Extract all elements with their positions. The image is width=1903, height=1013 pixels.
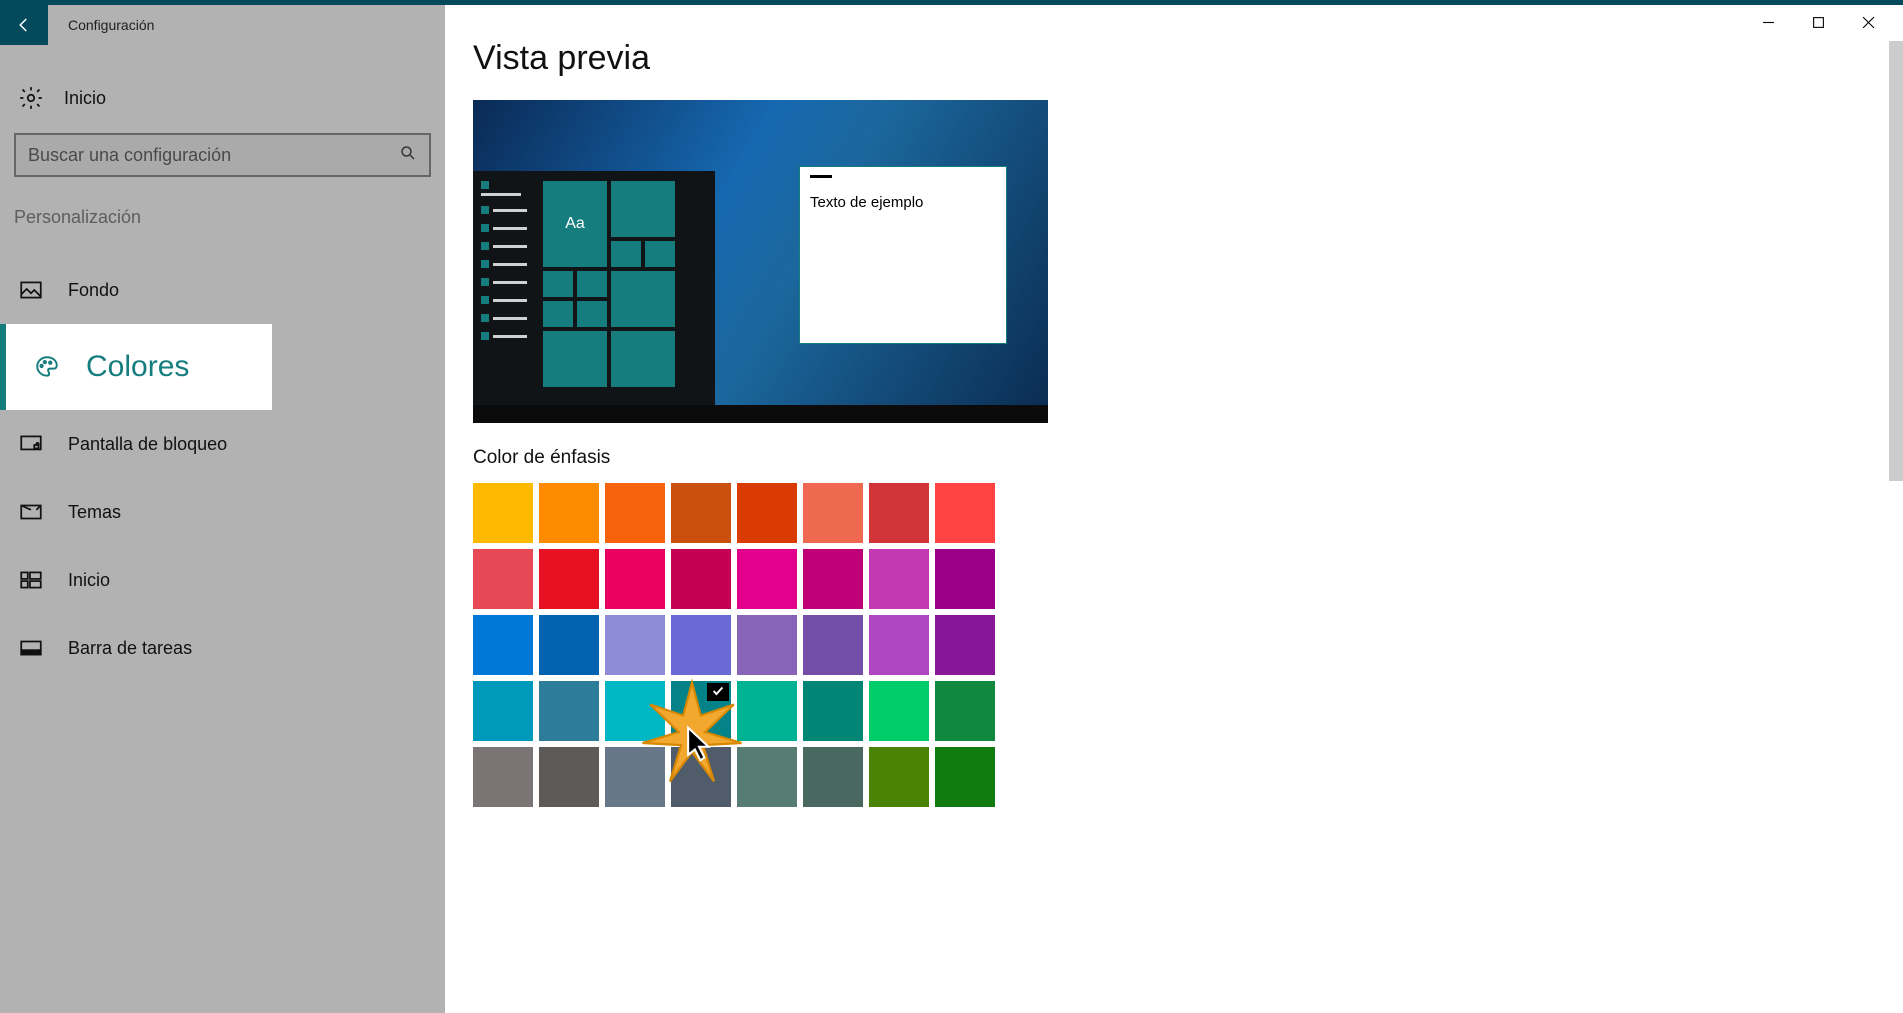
color-swatch[interactable] [605, 549, 665, 609]
search-box[interactable] [14, 133, 431, 177]
back-button[interactable] [0, 5, 48, 45]
close-button[interactable] [1843, 5, 1893, 39]
color-swatch[interactable] [473, 681, 533, 741]
nav-label: Temas [68, 502, 121, 523]
nav-item-barra-tareas[interactable]: Barra de tareas [0, 614, 445, 682]
color-swatch[interactable] [803, 483, 863, 543]
home-link[interactable]: Inicio [18, 85, 445, 111]
color-swatch[interactable] [671, 483, 731, 543]
section-label: Personalización [14, 207, 445, 228]
color-swatch[interactable] [737, 681, 797, 741]
gear-icon [18, 85, 44, 111]
preview-heading: Vista previa [473, 39, 1903, 78]
color-swatch[interactable] [869, 483, 929, 543]
nav-label: Barra de tareas [68, 638, 192, 659]
color-swatch[interactable] [737, 747, 797, 807]
color-swatch[interactable] [869, 747, 929, 807]
color-swatch[interactable] [869, 681, 929, 741]
color-swatch[interactable] [803, 747, 863, 807]
color-swatch[interactable] [671, 615, 731, 675]
titlebar: Configuración [0, 5, 445, 45]
color-swatch[interactable] [935, 747, 995, 807]
preview-tile-aa: Aa [543, 181, 607, 267]
color-swatch[interactable] [605, 483, 665, 543]
color-swatch[interactable] [473, 747, 533, 807]
color-swatch[interactable] [539, 681, 599, 741]
home-label: Inicio [64, 88, 106, 109]
window-title: Configuración [68, 17, 154, 33]
color-swatch[interactable] [737, 615, 797, 675]
color-swatch[interactable] [803, 615, 863, 675]
color-swatch[interactable] [671, 549, 731, 609]
image-icon [18, 277, 44, 303]
nav-label: Inicio [68, 570, 110, 591]
taskbar-icon [18, 635, 44, 661]
check-icon [708, 683, 728, 699]
color-swatch[interactable] [869, 549, 929, 609]
preview-start-menu: Aa [473, 171, 715, 405]
nav-item-fondo[interactable]: Fondo [0, 256, 445, 324]
accent-color-grid [473, 483, 995, 807]
color-swatch[interactable] [539, 615, 599, 675]
color-swatch[interactable] [605, 681, 665, 741]
preview-sample-text: Texto de ejemplo [810, 194, 996, 211]
color-swatch[interactable] [671, 681, 731, 741]
color-swatch[interactable] [539, 483, 599, 543]
color-swatch[interactable] [539, 549, 599, 609]
preview-taskbar [473, 405, 1048, 423]
color-swatch[interactable] [935, 615, 995, 675]
nav-label: Fondo [68, 280, 119, 301]
start-icon [18, 567, 44, 593]
sidebar: Configuración Inicio Personalización Fon… [0, 5, 445, 1013]
desktop-preview: Aa Texto de ejemplo [473, 100, 1048, 423]
color-swatch[interactable] [869, 615, 929, 675]
color-swatch[interactable] [473, 483, 533, 543]
color-swatch[interactable] [473, 615, 533, 675]
main-pane: Vista previa Aa [445, 5, 1903, 1013]
color-swatch[interactable] [935, 681, 995, 741]
nav-item-inicio[interactable]: Inicio [0, 546, 445, 614]
color-swatch[interactable] [803, 681, 863, 741]
color-swatch[interactable] [605, 747, 665, 807]
preview-sample-window: Texto de ejemplo [799, 166, 1007, 344]
nav-list: Fondo Colores Pantalla de bloqueo Temas [0, 256, 445, 682]
search-icon [399, 144, 417, 167]
maximize-button[interactable] [1793, 5, 1843, 39]
color-swatch[interactable] [935, 483, 995, 543]
lockscreen-icon [18, 431, 44, 457]
color-swatch[interactable] [803, 549, 863, 609]
search-input[interactable] [28, 145, 399, 166]
nav-label: Pantalla de bloqueo [68, 434, 227, 455]
themes-icon [18, 499, 44, 525]
color-swatch[interactable] [539, 747, 599, 807]
window-controls [1743, 5, 1893, 39]
color-swatch[interactable] [935, 549, 995, 609]
nav-item-pantalla-bloqueo[interactable]: Pantalla de bloqueo [0, 410, 445, 478]
nav-item-colores[interactable]: Colores [0, 324, 272, 410]
vertical-scrollbar[interactable] [1889, 41, 1903, 481]
color-swatch[interactable] [605, 615, 665, 675]
color-swatch[interactable] [473, 549, 533, 609]
palette-icon [34, 354, 60, 380]
minimize-button[interactable] [1743, 5, 1793, 39]
nav-item-temas[interactable]: Temas [0, 478, 445, 546]
nav-label: Colores [86, 350, 189, 384]
color-swatch[interactable] [671, 747, 731, 807]
color-swatch[interactable] [737, 549, 797, 609]
accent-color-label: Color de énfasis [473, 447, 1903, 469]
color-swatch[interactable] [737, 483, 797, 543]
